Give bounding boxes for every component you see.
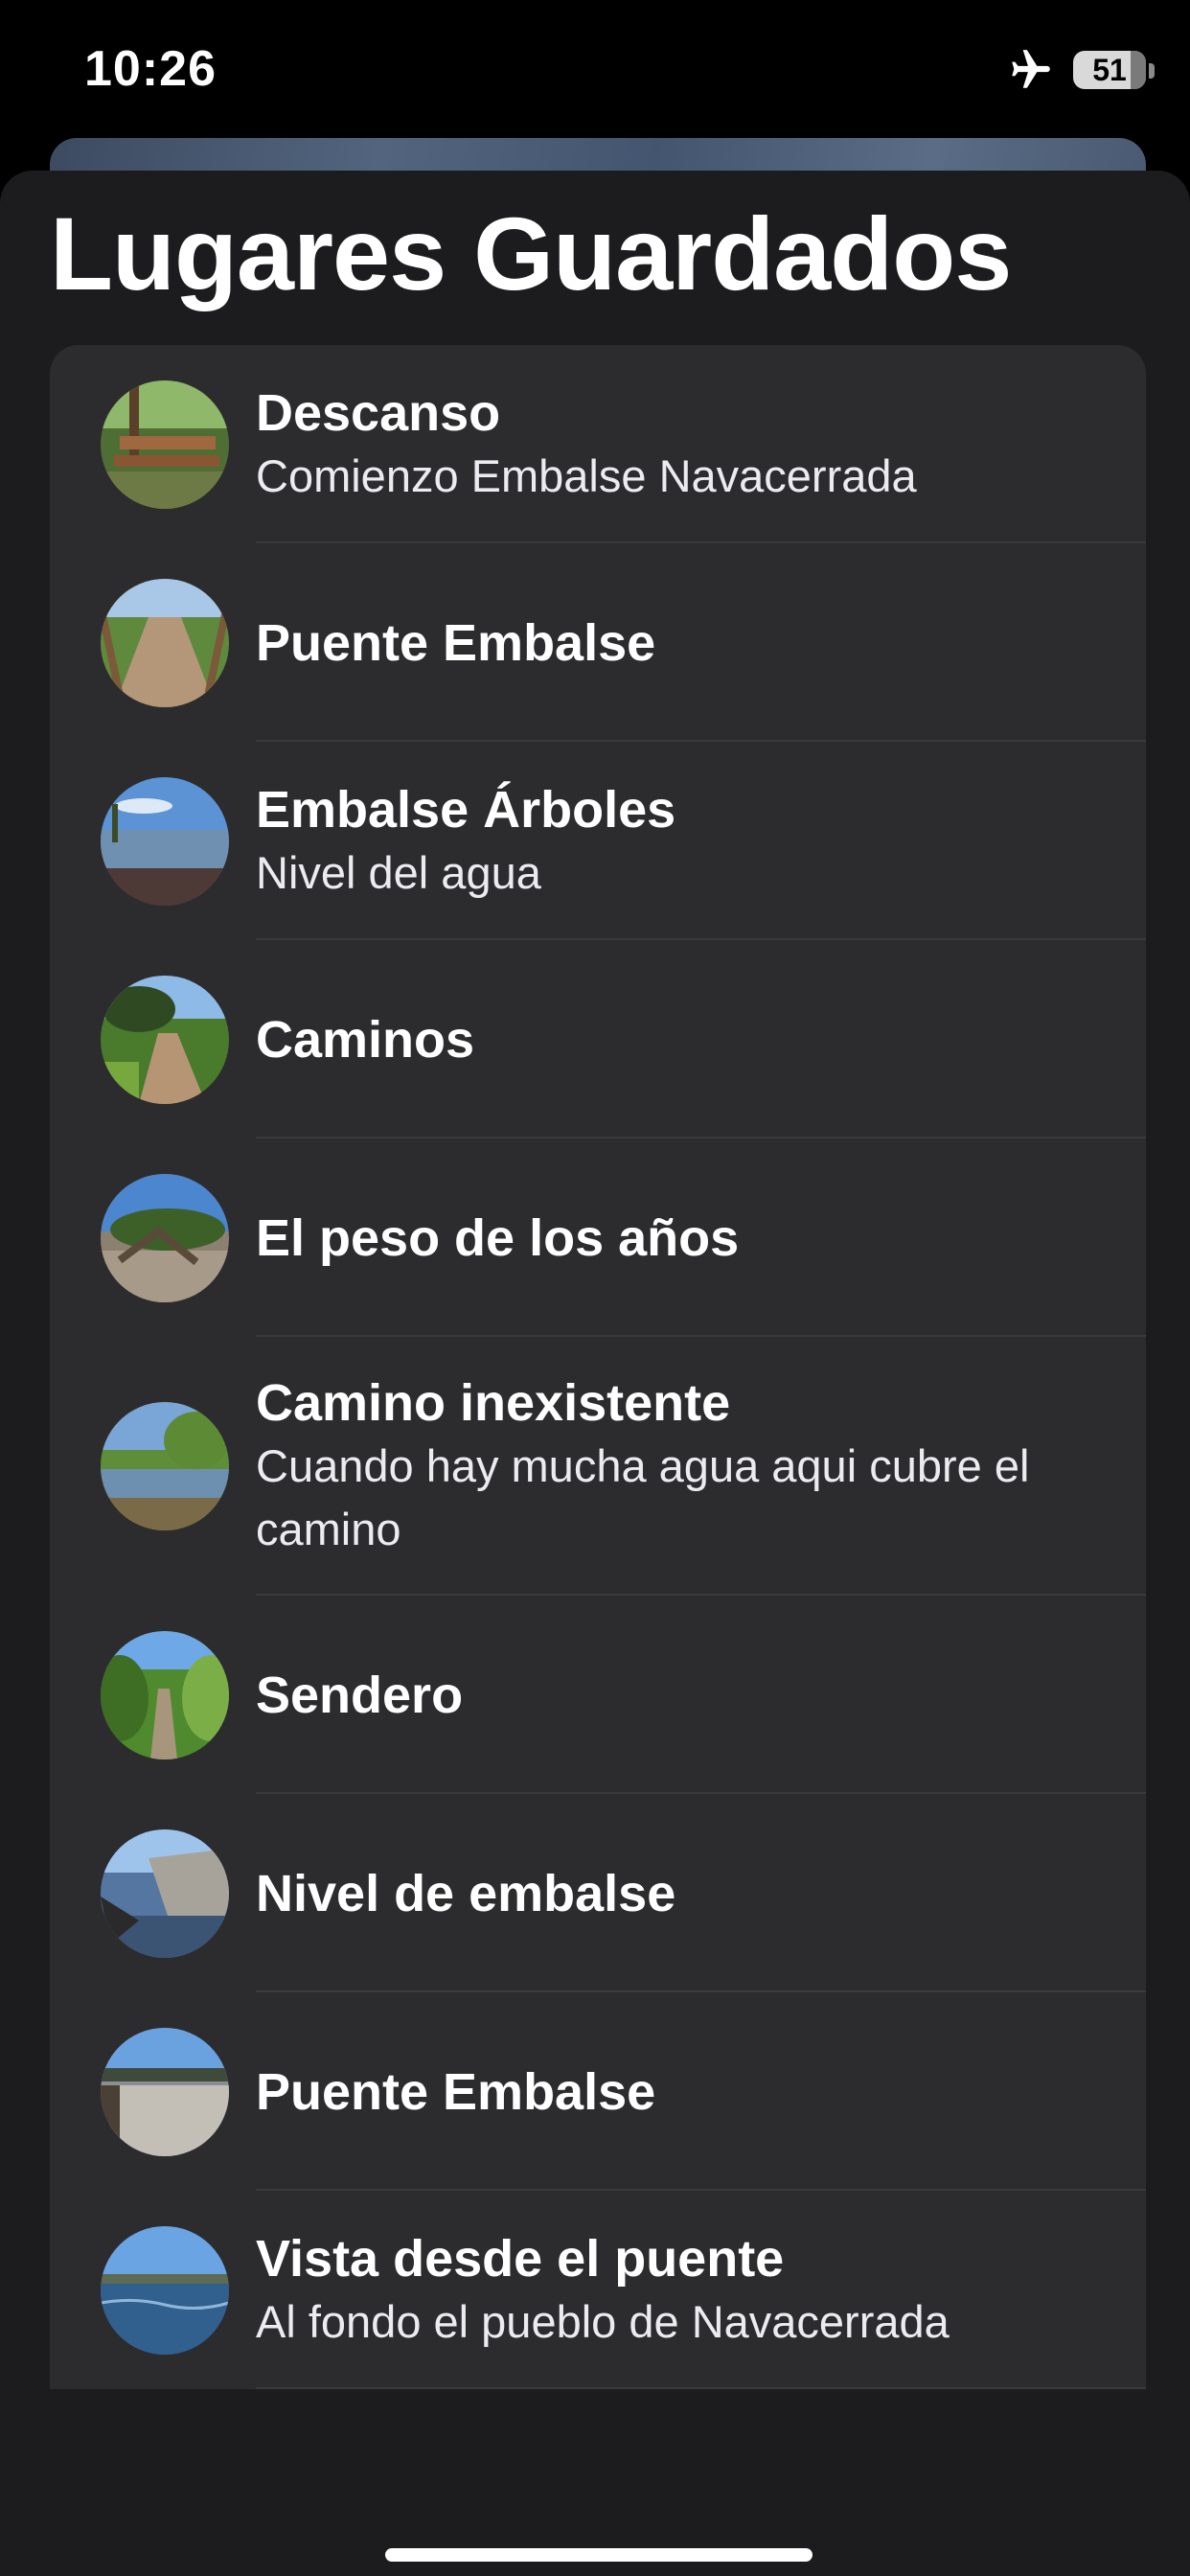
status-time: 10:26 — [84, 41, 217, 97]
reservoir-trees-thumbnail — [101, 776, 229, 906]
reservoir-rocks-thumbnail — [101, 1828, 229, 1958]
airplane-mode-icon — [1012, 50, 1050, 88]
place-title: Embalse Árboles — [256, 780, 676, 839]
dirt-path-thumbnail — [101, 975, 229, 1104]
place-title: Nivel de embalse — [256, 1864, 676, 1922]
place-title: Puente Embalse — [256, 2062, 656, 2121]
place-title: El peso de los años — [256, 1208, 740, 1267]
place-subtitle: Al fondo el pueblo de Navacerrada — [256, 2295, 950, 2347]
place-title: Descanso — [256, 383, 501, 442]
place-row[interactable]: Descanso Comienzo Embalse Navacerrada — [50, 345, 1146, 543]
place-row[interactable]: Camino inexistente Cuando hay mucha agua… — [50, 1337, 1146, 1596]
place-row[interactable]: Sendero — [50, 1596, 1146, 1794]
battery-level: 51 — [1092, 52, 1127, 87]
battery-indicator: 51 — [1073, 51, 1146, 89]
place-row[interactable]: Caminos — [50, 940, 1146, 1138]
status-bar: 10:26 51 — [0, 0, 1190, 144]
wooden-bridge-thumbnail — [101, 578, 229, 707]
place-subtitle: Cuando hay mucha agua aqui cubre el cami… — [256, 1440, 1030, 1554]
place-subtitle: Comienzo Embalse Navacerrada — [256, 449, 917, 501]
flooded-path-thumbnail — [101, 1402, 229, 1530]
place-title: Caminos — [256, 1010, 475, 1069]
place-row[interactable]: Vista desde el puente Al fondo el pueblo… — [50, 2191, 1146, 2389]
place-title: Sendero — [256, 1666, 464, 1724]
old-tree-thumbnail — [101, 1173, 229, 1302]
page-title: Lugares Guardados — [50, 196, 1012, 311]
place-row[interactable]: Nivel de embalse — [50, 1794, 1146, 1992]
home-indicator[interactable] — [385, 2548, 812, 2562]
place-title: Camino inexistente — [256, 1374, 731, 1432]
row-divider — [256, 2387, 1146, 2389]
place-title: Puente Embalse — [256, 613, 656, 672]
place-row[interactable]: El peso de los años — [50, 1138, 1146, 1337]
place-subtitle: Nivel del agua — [256, 846, 541, 898]
picnic-table-thumbnail — [101, 380, 229, 509]
battery-tip — [1149, 63, 1155, 79]
place-row[interactable]: Embalse Árboles Nivel del agua — [50, 742, 1146, 940]
places-list: Descanso Comienzo Embalse Navacerrada Pu… — [50, 345, 1146, 2389]
lake-view-thumbnail — [101, 2225, 229, 2355]
place-row[interactable]: Puente Embalse — [50, 1992, 1146, 2191]
place-row[interactable]: Puente Embalse — [50, 543, 1146, 742]
stone-bridge-thumbnail — [101, 2027, 229, 2156]
place-title: Vista desde el puente — [256, 2229, 785, 2288]
trail-thumbnail — [101, 1630, 229, 1760]
